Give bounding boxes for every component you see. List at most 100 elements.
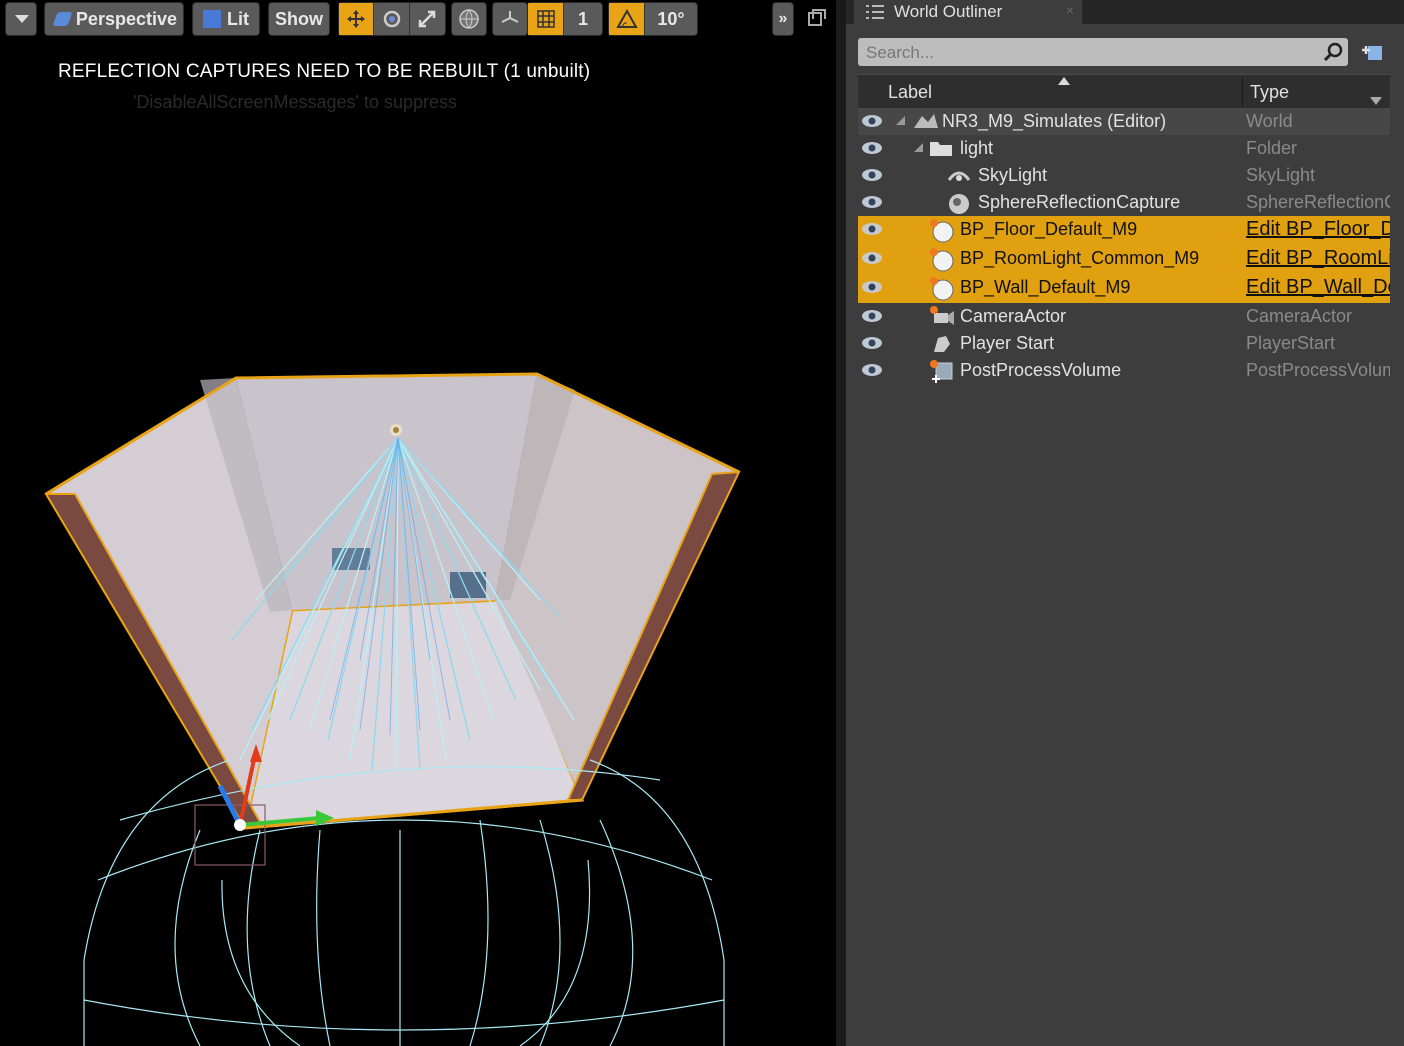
angle-icon xyxy=(615,9,638,28)
rotate-icon xyxy=(383,10,400,28)
outliner-item-label: SkyLight xyxy=(978,165,1048,185)
rotation-snap-value-dropdown[interactable]: 10° xyxy=(645,3,697,35)
visibility-eye-icon[interactable] xyxy=(860,167,884,188)
toolbar-overflow-button[interactable]: » xyxy=(772,2,794,36)
visibility-eye-icon[interactable] xyxy=(860,140,884,161)
skylight-icon xyxy=(946,164,972,191)
level-viewport[interactable]: Perspective Lit Show 1 10° » REFLECTION … xyxy=(0,0,836,1046)
expand-arrow-icon[interactable] xyxy=(896,116,905,125)
world-outliner-tab[interactable]: World Outliner × xyxy=(854,0,1082,24)
outliner-item-type: SphereReflectionC xyxy=(1246,192,1390,212)
world-icon xyxy=(910,110,940,137)
visibility-eye-icon[interactable] xyxy=(860,113,884,134)
outliner-row-postprocess[interactable]: PostProcessVolume PostProcessVolum xyxy=(858,357,1390,384)
column-header-type[interactable]: Type xyxy=(1250,82,1289,103)
edit-blueprint-link[interactable]: Edit BP_Floor_D xyxy=(1246,218,1390,241)
chevron-down-icon xyxy=(15,15,29,23)
reflection-rebuild-message: REFLECTION CAPTURES NEED TO BE REBUILT (… xyxy=(58,61,591,82)
outliner-list-icon xyxy=(866,5,884,19)
grid-snap-toggle[interactable] xyxy=(528,3,564,35)
outliner-item-label: BP_Wall_Default_M9 xyxy=(960,277,1131,297)
outliner-item-label: BP_Floor_Default_M9 xyxy=(960,219,1138,239)
viewport-options-button[interactable] xyxy=(5,2,37,36)
outliner-item-label: SphereReflectionCapture xyxy=(978,192,1181,212)
visibility-eye-icon[interactable] xyxy=(860,250,884,271)
surface-snap-button[interactable] xyxy=(492,2,528,36)
outliner-item-label: CameraActor xyxy=(960,306,1067,326)
rotation-snap-group: 10° xyxy=(608,2,698,36)
visibility-eye-icon[interactable] xyxy=(860,194,884,215)
visibility-eye-icon[interactable] xyxy=(860,335,884,356)
lit-label: Lit xyxy=(227,8,249,29)
outliner-tab-title: World Outliner xyxy=(894,2,1003,21)
outliner-header: Label Type xyxy=(858,74,1390,109)
restore-viewport-icon[interactable] xyxy=(808,9,826,26)
panel-splitter[interactable] xyxy=(836,0,846,1046)
expand-arrow-icon[interactable] xyxy=(914,143,923,152)
type-dropdown-icon[interactable] xyxy=(1370,97,1382,105)
perspective-button[interactable]: Perspective xyxy=(44,2,184,36)
world-local-toggle[interactable] xyxy=(451,2,487,36)
outliner-item-type: Folder xyxy=(1246,138,1298,158)
outliner-item-label: PostProcessVolume xyxy=(960,360,1122,380)
lit-cube-icon xyxy=(203,10,221,28)
scale-icon xyxy=(419,10,436,28)
show-label: Show xyxy=(275,8,323,29)
visibility-eye-icon[interactable] xyxy=(860,362,884,383)
outliner-item-type: SkyLight xyxy=(1246,165,1316,185)
outliner-item-label: BP_RoomLight_Common_M9 xyxy=(960,248,1200,268)
outliner-row-reflection-capture[interactable]: SphereReflectionCapture SphereReflectionC xyxy=(858,189,1390,216)
outliner-item-type: PostProcessVolum xyxy=(1246,360,1390,380)
transform-mode-group xyxy=(338,2,446,36)
translate-icon xyxy=(347,10,366,28)
outliner-row-folder-light[interactable]: light Folder xyxy=(858,135,1390,162)
show-button[interactable]: Show xyxy=(268,2,330,36)
search-icon[interactable] xyxy=(1322,41,1344,63)
outliner-item-type: World xyxy=(1246,111,1293,131)
edit-blueprint-link[interactable]: Edit BP_Wall_De xyxy=(1246,276,1390,299)
perspective-label: Perspective xyxy=(75,8,177,29)
double-chevron-right-icon: » xyxy=(778,10,788,27)
rotation-snap-toggle[interactable] xyxy=(609,3,645,35)
visibility-eye-icon[interactable] xyxy=(860,279,884,300)
grid-icon xyxy=(536,10,555,28)
surface-snap-icon xyxy=(501,11,519,23)
outliner-row-camera[interactable]: CameraActor CameraActor xyxy=(858,303,1390,330)
outliner-item-type: CameraActor xyxy=(1246,306,1353,326)
rotate-mode-button[interactable] xyxy=(374,3,410,35)
grid-snap-value: 1 xyxy=(577,8,588,29)
outliner-item-label: light xyxy=(960,138,994,158)
close-icon[interactable]: × xyxy=(1066,2,1074,18)
spotlight-icon[interactable] xyxy=(390,424,402,436)
visibility-eye-icon[interactable] xyxy=(860,308,884,329)
viewport-scene[interactable] xyxy=(0,0,836,1046)
grid-snap-group: 1 xyxy=(527,2,603,36)
outliner-item-type: PlayerStart xyxy=(1246,333,1336,353)
world-outliner-panel: World Outliner × Label Type NR3_M9_Simul… xyxy=(846,0,1404,1046)
lit-button[interactable]: Lit xyxy=(192,2,260,36)
grid-snap-value-dropdown[interactable]: 1 xyxy=(564,3,602,35)
outliner-search-input[interactable] xyxy=(864,40,1318,66)
globe-icon xyxy=(459,9,479,29)
outliner-search-box[interactable] xyxy=(858,38,1348,66)
suppress-message: 'DisableAllScreenMessages' to suppress xyxy=(133,92,458,112)
sort-ascending-icon xyxy=(1058,77,1070,85)
translate-mode-button[interactable] xyxy=(339,3,375,35)
outliner-item-label: Player Start xyxy=(960,333,1055,353)
edit-blueprint-link[interactable]: Edit BP_RoomLi xyxy=(1246,247,1390,270)
outliner-row-bp-wall[interactable]: BP_Wall_Default_M9 Edit BP_Wall_De xyxy=(858,274,1390,303)
rotation-snap-value: 10° xyxy=(657,8,685,29)
add-filter-icon[interactable] xyxy=(1360,40,1386,64)
outliner-row-bp-roomlight[interactable]: BP_RoomLight_Common_M9 Edit BP_RoomLi xyxy=(858,245,1390,274)
outliner-row-world[interactable]: NR3_M9_Simulates (Editor) World xyxy=(858,108,1390,135)
outliner-tab-bar: World Outliner × xyxy=(846,0,1404,24)
outliner-row-player-start[interactable]: Player Start PlayerStart xyxy=(858,330,1390,357)
folder-icon xyxy=(928,137,954,164)
column-header-label[interactable]: Label xyxy=(888,82,932,103)
outliner-item-label: NR3_M9_Simulates (Editor) xyxy=(942,111,1167,131)
column-divider[interactable] xyxy=(1242,77,1243,107)
outliner-row-skylight[interactable]: SkyLight SkyLight xyxy=(858,162,1390,189)
outliner-row-bp-floor[interactable]: BP_Floor_Default_M9 Edit BP_Floor_D xyxy=(858,216,1390,245)
visibility-eye-icon[interactable] xyxy=(860,221,884,242)
scale-mode-button[interactable] xyxy=(410,3,445,35)
